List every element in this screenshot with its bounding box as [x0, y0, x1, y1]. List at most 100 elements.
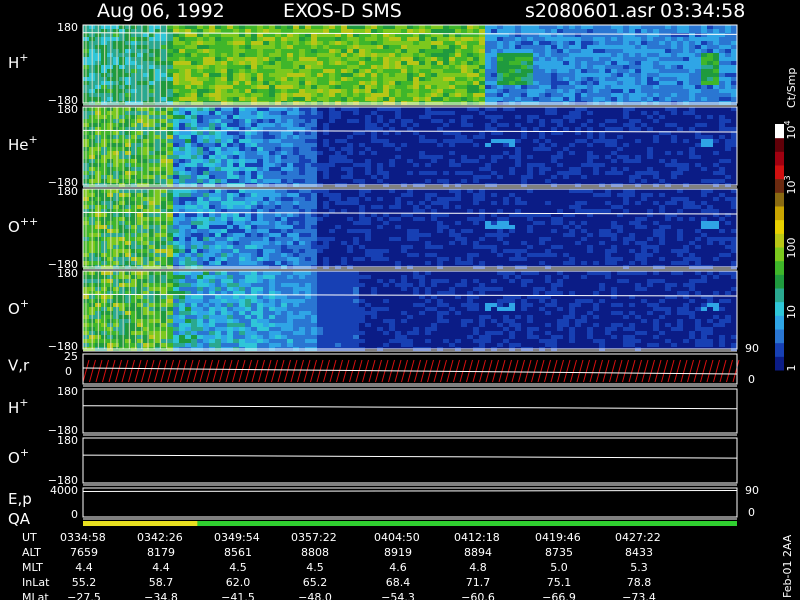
spectrogram-cell — [581, 209, 587, 213]
spectrogram-cell — [179, 179, 185, 183]
spectrogram-cell — [431, 245, 437, 249]
spectrogram-cell — [377, 107, 383, 111]
spectrogram-cell — [293, 127, 299, 131]
spectrogram-cell — [113, 159, 119, 163]
spectrogram-cell — [239, 73, 245, 77]
spectrogram-cell — [191, 237, 197, 241]
spectrogram-cell — [191, 45, 197, 49]
spectrogram-cell — [359, 81, 365, 85]
spectrogram-cell — [185, 147, 191, 151]
spectrogram-cell — [473, 217, 479, 221]
spectrogram-cell — [689, 127, 695, 131]
spectrogram-cell — [239, 115, 245, 119]
spectrogram-cell — [653, 93, 659, 97]
spectrogram-cell — [251, 261, 257, 265]
spectrogram-cell — [437, 221, 443, 225]
spectrogram-cell — [305, 167, 311, 171]
spectrogram-cell — [473, 135, 479, 139]
spectrogram-cell — [503, 143, 509, 147]
spectrogram-cell — [419, 81, 425, 85]
spectrogram-cell — [305, 111, 311, 115]
spectrogram-cell — [497, 217, 503, 221]
spectrogram-cell — [227, 151, 233, 155]
spectrogram-cell — [425, 25, 431, 29]
spectrogram-cell — [611, 261, 617, 265]
spectrogram-cell — [269, 77, 275, 81]
spectrogram-cell — [329, 119, 335, 123]
spectrogram-cell — [665, 37, 671, 41]
spectrogram-cell — [647, 45, 653, 49]
spectrogram-cell — [389, 89, 395, 93]
spectrogram-cell — [251, 189, 257, 193]
spectrogram-cell — [359, 41, 365, 45]
spectrogram-cell — [299, 179, 305, 183]
spectrogram-cell — [713, 41, 719, 45]
spectrogram-cell — [269, 143, 275, 147]
spectrogram-cell — [359, 65, 365, 69]
spectrogram-cell — [263, 143, 269, 147]
spectrogram-cell — [293, 119, 299, 123]
spectrogram-cell — [107, 271, 113, 275]
spectrogram-cell — [245, 171, 251, 175]
spectrogram-cell — [611, 89, 617, 93]
spectrogram-cell — [191, 261, 197, 265]
spectrogram-cell — [257, 261, 263, 265]
spectrogram-cell — [269, 85, 275, 89]
spectrogram-cell — [479, 155, 485, 159]
spectrogram-cell — [311, 205, 317, 209]
spectrogram-cell — [659, 225, 665, 229]
spectrogram-cell — [515, 73, 521, 77]
spectrogram-cell — [119, 89, 125, 93]
spectrogram-cell — [227, 93, 233, 97]
spectrogram-cell — [485, 233, 491, 237]
spectrogram-cell — [329, 49, 335, 53]
spectrogram-cell — [701, 77, 707, 81]
spectrogram-cell — [635, 175, 641, 179]
spectrogram-cell — [623, 201, 629, 205]
spectrogram-cell — [509, 45, 515, 49]
spectrogram-cell — [371, 57, 377, 61]
spectrogram-cell — [623, 115, 629, 119]
spectrogram-cell — [167, 33, 173, 37]
spectrogram-cell — [479, 41, 485, 45]
spectrogram-cell — [647, 73, 653, 77]
spectrogram-cell — [347, 135, 353, 139]
spectrogram-cell — [569, 261, 575, 265]
spectrogram-cell — [407, 93, 413, 97]
spectrogram-cell — [173, 93, 179, 97]
spectrogram-cell — [299, 225, 305, 229]
spectrogram-cell — [473, 107, 479, 111]
spectrogram-cell — [257, 111, 263, 115]
spectrogram-cell — [197, 233, 203, 237]
spectrogram-cell — [659, 49, 665, 53]
spectrogram-cell — [539, 123, 545, 127]
spectrogram-cell — [179, 233, 185, 237]
spectrogram-cell — [257, 89, 263, 93]
spectrogram-cell — [707, 85, 713, 89]
spectrogram-cell — [119, 217, 125, 221]
spectrogram-cell — [107, 81, 113, 85]
spectrogram-cell — [299, 37, 305, 41]
spectrogram-cell — [623, 61, 629, 65]
spectrogram-cell — [179, 143, 185, 147]
spectrogram-cell — [329, 97, 335, 101]
spectrogram-cell — [533, 89, 539, 93]
spectrogram-cell — [407, 61, 413, 65]
spectrogram-cell — [299, 143, 305, 147]
spectrogram-cell — [251, 97, 257, 101]
spectrogram-cell — [605, 201, 611, 205]
spectrogram-cell — [197, 111, 203, 115]
spectrogram-cell — [167, 61, 173, 65]
spectrogram-cell — [701, 45, 707, 49]
spectrogram-cell — [179, 151, 185, 155]
spectrogram-cell — [539, 41, 545, 45]
spectrogram-cell — [275, 77, 281, 81]
spectrogram-cell — [389, 25, 395, 29]
spectrogram-cell — [299, 261, 305, 265]
spectrogram-cell — [551, 25, 557, 29]
spectrogram-cell — [695, 61, 701, 65]
spectrogram-cell — [263, 89, 269, 93]
spectrogram-cell — [293, 155, 299, 159]
spectrogram-cell — [287, 167, 293, 171]
spectrogram-cell — [299, 249, 305, 253]
